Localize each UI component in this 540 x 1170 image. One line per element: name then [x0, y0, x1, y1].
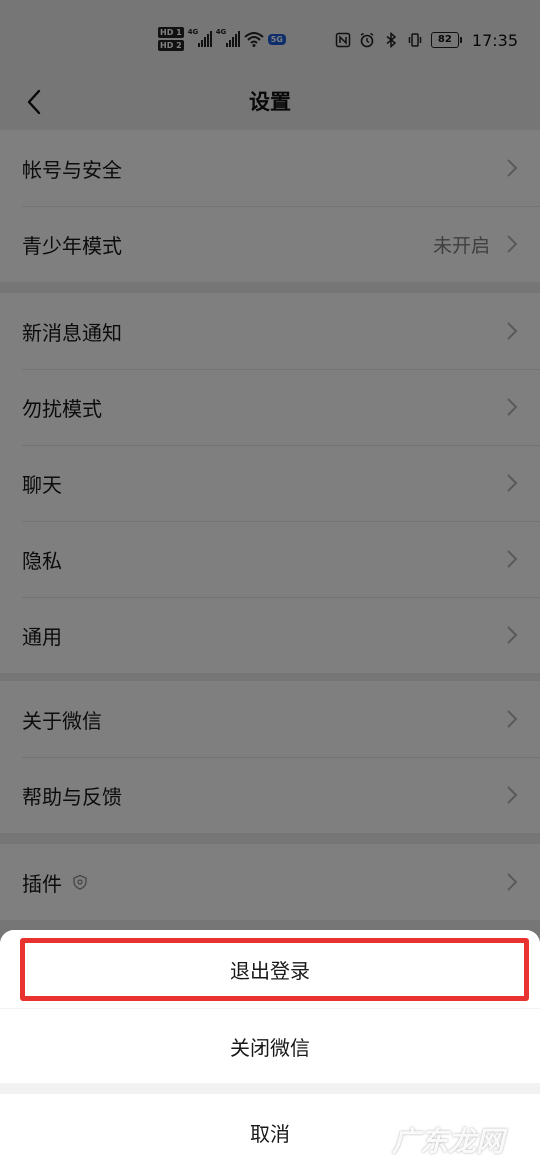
close-wechat-button[interactable]: 关闭微信 [0, 1009, 540, 1083]
cancel-label: 取消 [250, 1121, 290, 1146]
watermark: 广东龙网 [391, 1125, 504, 1158]
logout-highlight-box [20, 938, 529, 1001]
close-wechat-label: 关闭微信 [230, 1035, 310, 1060]
